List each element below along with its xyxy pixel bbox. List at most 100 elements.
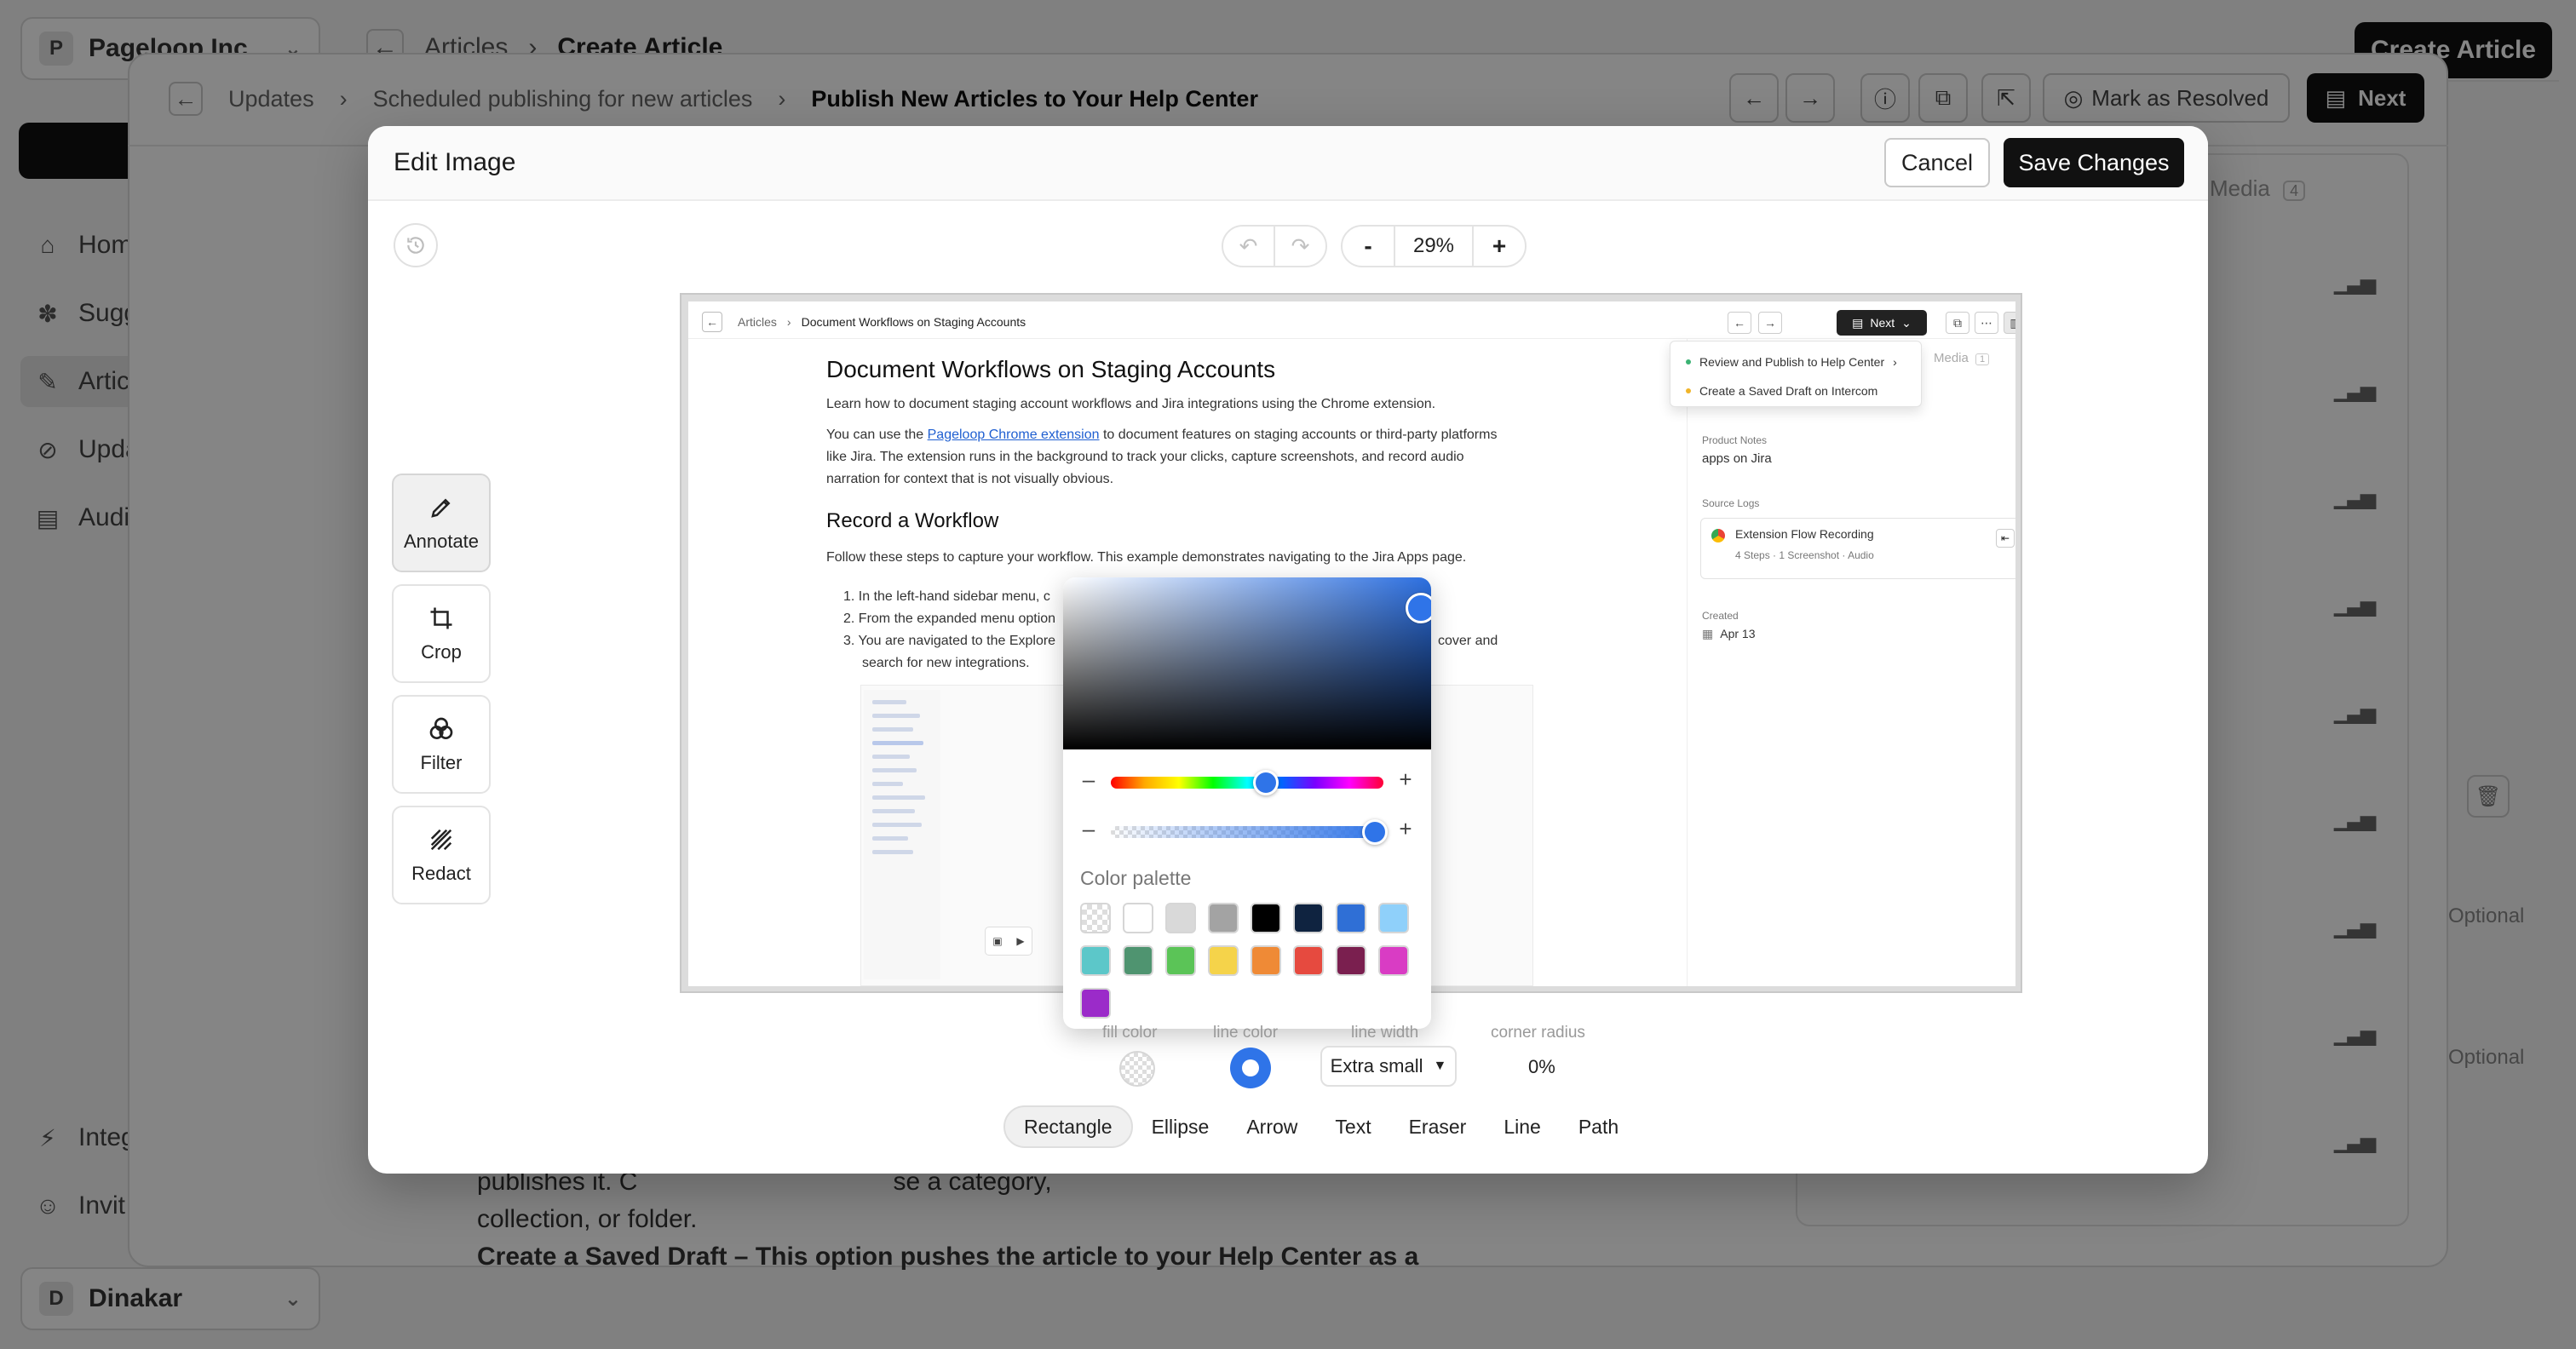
preview-step-continued: search for new integrations. (862, 656, 1030, 670)
preview-next-label: Next (1870, 316, 1895, 330)
color-swatch[interactable] (1336, 945, 1366, 976)
opacity-slider-handle[interactable] (1362, 819, 1388, 845)
undo-redo-group: ↶ ↷ (1222, 225, 1327, 267)
fill-color-label: fill color (1102, 1024, 1158, 1042)
preview-media-tab: Media 1 (1934, 351, 1990, 365)
opacity-decrease-button[interactable]: – (1078, 816, 1099, 842)
shape-tab-arrow[interactable]: Arrow (1228, 1105, 1316, 1148)
shape-tab-line[interactable]: Line (1485, 1105, 1559, 1148)
color-picker-popover: – + – + Color palette (1063, 577, 1431, 1029)
color-swatch[interactable] (1080, 945, 1111, 976)
shape-tab-eraser[interactable]: Eraser (1390, 1105, 1486, 1148)
redact-tool-button[interactable]: Redact (392, 806, 491, 904)
color-swatch[interactable] (1336, 903, 1366, 933)
line-width-select[interactable]: Extra small ▼ (1320, 1046, 1457, 1087)
preview-section-heading: Record a Workflow (826, 509, 999, 532)
color-swatch[interactable] (1251, 903, 1281, 933)
saturation-value-area[interactable] (1063, 577, 1431, 749)
crop-tool-button[interactable]: Crop (392, 584, 491, 683)
shape-tabs: Rectangle Ellipse Arrow Text Eraser Line… (1003, 1105, 1637, 1148)
shape-tab-ellipse[interactable]: Ellipse (1133, 1105, 1228, 1148)
color-palette (1080, 903, 1421, 1019)
prev-arrow-icon: ← (1728, 312, 1751, 334)
image-icon: ▣ (992, 935, 1003, 947)
line-color-button[interactable] (1230, 1048, 1271, 1088)
preview-created-label: Created (1702, 610, 1739, 622)
line-width-label: line width (1351, 1024, 1419, 1042)
color-swatch[interactable] (1123, 945, 1153, 976)
color-swatch[interactable] (1378, 945, 1409, 976)
color-swatch[interactable] (1208, 903, 1239, 933)
annotate-tool-button[interactable]: Annotate (392, 474, 491, 572)
color-swatch[interactable] (1208, 945, 1239, 976)
color-swatch[interactable] (1251, 945, 1281, 976)
cancel-button[interactable]: Cancel (1884, 138, 1990, 187)
preview-steps-list: 1. In the left-hand sidebar menu, c 2. F… (826, 586, 1055, 674)
status-dot-icon (1686, 359, 1691, 365)
reset-history-icon[interactable] (394, 223, 438, 267)
preview-source-title: Extension Flow Recording (1735, 527, 1874, 541)
preview-source-meta: 4 Steps · 1 Screenshot · Audio (1735, 549, 1874, 561)
tool-label: Annotate (403, 531, 480, 552)
preview-text: You can use the (826, 428, 928, 442)
undo-icon[interactable]: ↶ (1223, 227, 1274, 266)
line-width-value: Extra small (1330, 1055, 1423, 1076)
copy-icon: ⧉ (1946, 312, 1969, 334)
preview-article-title: Document Workflows on Staging Accounts (826, 356, 1276, 382)
opacity-increase-button[interactable]: + (1395, 816, 1416, 842)
save-changes-button[interactable]: Save Changes (2004, 138, 2184, 187)
color-swatch[interactable] (1165, 945, 1196, 976)
preview-breadcrumb: Articles › Document Workflows on Staging… (738, 315, 1026, 329)
preview-product-notes-label: Product Notes (1702, 434, 1768, 446)
back-arrow-icon: ← (702, 312, 722, 332)
color-swatch[interactable] (1080, 903, 1111, 933)
shape-tab-text[interactable]: Text (1316, 1105, 1389, 1148)
preview-dropdown-item: Review and Publish to Help Center › (1686, 355, 1897, 369)
panel-toggle-icon: ▥ (2004, 312, 2015, 334)
preview-step: 3. You are navigated to the Explore (843, 634, 1056, 648)
shape-tab-path[interactable]: Path (1560, 1105, 1637, 1148)
color-swatch[interactable] (1293, 903, 1324, 933)
preview-breadcrumb-current: Document Workflows on Staging Accounts (801, 315, 1026, 329)
chevron-down-icon: ⌄ (1901, 315, 1912, 330)
shape-tab-rectangle[interactable]: Rectangle (1003, 1105, 1133, 1148)
caret-down-icon: ▼ (1433, 1059, 1447, 1073)
color-palette-label: Color palette (1080, 867, 1192, 889)
color-swatch[interactable] (1123, 903, 1153, 933)
zoom-in-button[interactable]: + (1474, 227, 1525, 266)
color-swatch[interactable] (1378, 903, 1409, 933)
color-swatch[interactable] (1165, 903, 1196, 933)
chrome-icon (1711, 529, 1725, 542)
saturation-value-handle[interactable] (1406, 593, 1431, 623)
preview-dropdown-label: Create a Saved Draft on Intercom (1699, 384, 1878, 398)
collapse-icon: ⇤ (1996, 529, 2015, 548)
preview-media-count: 1 (1975, 353, 1990, 365)
filter-icon (427, 715, 456, 743)
zoom-out-button[interactable]: - (1343, 227, 1394, 266)
preview-step-tail: cover and (1438, 634, 1498, 648)
preview-paragraph: You can use the Pageloop Chrome extensio… (826, 424, 1508, 491)
hue-decrease-button[interactable]: – (1078, 766, 1099, 793)
preview-created-value: ▦ Apr 13 (1702, 627, 1755, 641)
hue-increase-button[interactable]: + (1395, 766, 1416, 793)
preview-dropdown-item: Create a Saved Draft on Intercom (1686, 384, 1877, 398)
preview-step: 2. From the expanded menu option (843, 611, 1056, 626)
hue-slider-handle[interactable] (1253, 770, 1279, 795)
fill-color-button[interactable] (1119, 1051, 1155, 1087)
hue-slider[interactable] (1111, 777, 1383, 789)
color-swatch[interactable] (1080, 988, 1111, 1019)
redo-icon[interactable]: ↷ (1274, 227, 1325, 266)
preview-media-label: Media (1934, 351, 1969, 365)
edit-image-modal: Edit Image Cancel Save Changes ↶ ↷ - 29%… (368, 126, 2208, 1174)
pen-icon (427, 493, 456, 522)
opacity-slider[interactable] (1111, 826, 1383, 838)
video-icon: ▶ (1016, 935, 1025, 947)
color-swatch[interactable] (1293, 945, 1324, 976)
preview-source-card: Extension Flow Recording 4 Steps · 1 Scr… (1700, 518, 2015, 579)
preview-created-date: Apr 13 (1720, 627, 1756, 640)
preview-product-notes-value: apps on Jira (1702, 451, 1772, 466)
corner-radius-value[interactable]: 0% (1528, 1056, 1555, 1078)
preview-steps-intro: Follow these steps to capture your workf… (826, 550, 1467, 565)
preview-source-logs-label: Source Logs (1702, 497, 1760, 509)
filter-tool-button[interactable]: Filter (392, 695, 491, 794)
